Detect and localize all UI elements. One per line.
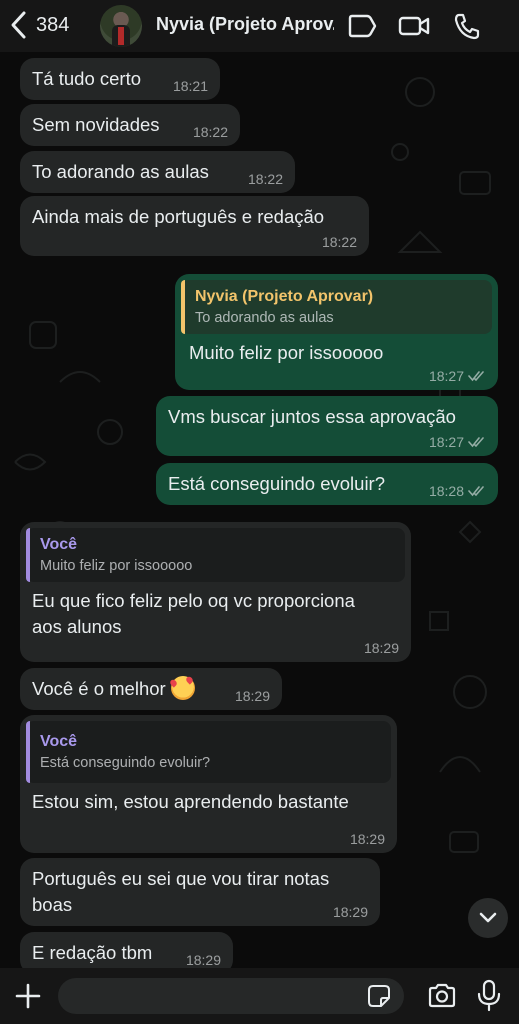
message-status: 18:27	[429, 434, 486, 450]
message-time: 18:21	[172, 78, 208, 94]
message-time: 18:29	[185, 952, 221, 968]
message-time: 18:29	[363, 640, 399, 656]
message-composer	[0, 968, 519, 1024]
message-text: E redação tbm	[32, 942, 153, 963]
camera-icon[interactable]	[426, 981, 458, 1011]
video-call-icon[interactable]	[398, 11, 430, 41]
message-input[interactable]	[58, 978, 404, 1014]
quoted-author: Nyvia (Projeto Aprovar)	[195, 288, 374, 305]
plus-icon[interactable]	[14, 982, 42, 1010]
microphone-icon[interactable]	[476, 979, 502, 1013]
chat-header: 384 Nyvia (Projeto Aprov...	[0, 0, 519, 52]
message-bubble-incoming[interactable]: Tá tudo certo 18:21	[20, 58, 220, 100]
chevron-left-icon	[11, 11, 26, 39]
message-bubble-outgoing[interactable]: Está conseguindo evoluir? 18:28	[156, 463, 498, 505]
message-bubble-incoming[interactable]: Você Muito feliz por issooooo Eu que fic…	[20, 522, 411, 662]
message-time: 18:22	[192, 124, 228, 140]
quoted-message[interactable]: Você Está conseguindo evoluir?	[26, 721, 391, 783]
message-text-line: boas	[32, 894, 73, 915]
scroll-to-bottom-button[interactable]	[468, 898, 508, 938]
quoted-text: Muito feliz por issooooo	[40, 558, 193, 574]
message-text: Você é o melhor	[32, 678, 166, 699]
message-text-line: Eu que fico feliz pelo oq vc proporciona	[32, 590, 355, 611]
message-status: 18:28	[429, 483, 486, 499]
sticker-icon[interactable]	[367, 984, 391, 1008]
quoted-author: Você	[40, 733, 78, 750]
message-time: 18:28	[428, 483, 464, 499]
message-bubble-incoming[interactable]: Sem novidades 18:22	[20, 104, 240, 146]
quoted-author: Você	[40, 536, 78, 553]
message-bubble-incoming[interactable]: Você é o melhor 18:29	[20, 668, 282, 710]
quoted-text: To adorando as aulas	[195, 310, 334, 326]
smiling-face-with-hearts-icon	[170, 676, 195, 700]
message-text: Sem novidades	[32, 114, 160, 135]
message-status: 18:27	[429, 368, 486, 384]
message-time: 18:22	[247, 171, 283, 187]
message-time: 18:22	[321, 234, 357, 250]
message-bubble-incoming[interactable]: Você Está conseguindo evoluir? Estou sim…	[20, 715, 397, 853]
message-bubble-incoming[interactable]: E redação tbm 18:29	[20, 932, 233, 968]
message-text: Estou sim, estou aprendendo bastante	[32, 791, 349, 812]
message-bubble-incoming[interactable]: To adorando as aulas 18:22	[20, 151, 295, 193]
message-text: Muito feliz por issooooo	[189, 342, 384, 363]
quoted-message[interactable]: Você Muito feliz por issooooo	[26, 528, 405, 582]
message-list[interactable]: Tá tudo certo 18:21 Sem novidades 18:22 …	[0, 52, 519, 968]
message-time: 18:29	[349, 831, 385, 847]
double-check-icon	[468, 486, 484, 497]
message-bubble-outgoing[interactable]: Vms buscar juntos essa aprovação 18:27	[156, 396, 498, 456]
message-text: Tá tudo certo	[32, 68, 142, 89]
message-text: Ainda mais de português e redação	[32, 206, 325, 227]
contact-name[interactable]: Nyvia (Projeto Aprov...	[156, 14, 334, 35]
unread-count: 384	[36, 13, 70, 36]
message-time: 18:29	[332, 904, 368, 920]
message-text-line: aos alunos	[32, 616, 122, 637]
message-time: 18:27	[428, 434, 464, 450]
quoted-text: Está conseguindo evoluir?	[40, 755, 211, 771]
message-text: Está conseguindo evoluir?	[168, 473, 386, 494]
message-text: To adorando as aulas	[32, 161, 209, 182]
message-text-line: Português eu sei que vou tirar notas	[32, 868, 330, 889]
message-time: 18:29	[234, 688, 270, 704]
quoted-message[interactable]: Nyvia (Projeto Aprovar) To adorando as a…	[181, 280, 492, 334]
label-icon[interactable]	[346, 11, 378, 41]
chevron-down-icon	[479, 912, 497, 923]
message-bubble-incoming[interactable]: Português eu sei que vou tirar notas boa…	[20, 858, 380, 926]
message-bubble-outgoing[interactable]: Nyvia (Projeto Aprovar) To adorando as a…	[175, 274, 498, 390]
message-bubble-incoming[interactable]: Ainda mais de português e redação 18:22	[20, 196, 369, 256]
contact-avatar[interactable]	[100, 5, 142, 47]
message-time: 18:27	[428, 368, 464, 384]
message-text: Vms buscar juntos essa aprovação	[168, 406, 456, 427]
phone-call-icon[interactable]	[452, 11, 484, 41]
back-button[interactable]: 384	[10, 10, 69, 40]
double-check-icon	[468, 437, 484, 448]
double-check-icon	[468, 371, 484, 382]
